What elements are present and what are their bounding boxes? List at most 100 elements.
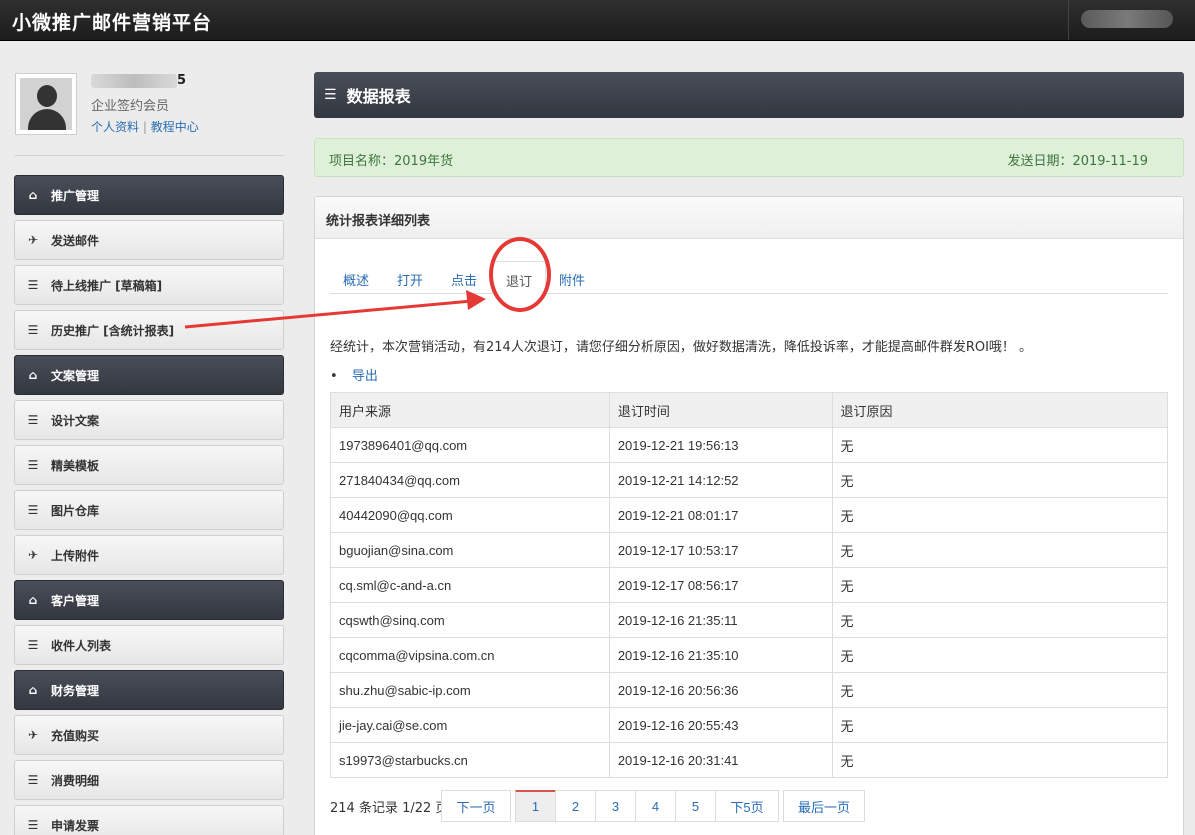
source-cell: s19973@starbucks.cn (330, 742, 610, 778)
username-redacted (91, 74, 177, 88)
column-header[interactable]: 退订时间 (608, 392, 833, 428)
tutorial-link[interactable]: 教程中心 (151, 120, 199, 134)
export-link[interactable]: 导出 (352, 369, 378, 384)
tab-item[interactable]: 附件 (546, 261, 598, 294)
sidebar-item-section[interactable]: ⌂ 推广管理 (14, 175, 284, 215)
table-row: bguojian@sina.com 2019-12-17 10:53:17 无 (330, 532, 1169, 568)
table-row: s19973@starbucks.cn 2019-12-16 20:31:41 无 (330, 742, 1169, 778)
report-tabs: 概述 打开 点击 退订 附件 (330, 252, 1168, 295)
time-cell: 2019-12-16 20:31:41 (608, 742, 833, 778)
sidebar-item-link[interactable]: ☰ 待上线推广 [草稿箱] (14, 265, 284, 305)
page-button[interactable]: 3 (595, 790, 636, 822)
link-separator: | (142, 120, 147, 134)
table-row: cq.sml@c-and-a.cn 2019-12-17 08:56:17 无 (330, 567, 1169, 603)
sidebar-item-label: 客户管理 (51, 593, 100, 608)
sidebar-item-label: 发送邮件 (51, 233, 100, 248)
table-row: shu.zhu@sabic-ip.com 2019-12-16 20:56:36 无 (330, 672, 1169, 708)
sidebar-item-section[interactable]: ⌂ 财务管理 (14, 670, 284, 710)
user-silhouette-icon (20, 78, 72, 130)
sidebar-nav: ⌂ 推广管理 ✈ 发送邮件 ☰ 待上线推广 [草稿箱] ☰ 历史推广 [含统计报表] ⌂ 文案管理… (14, 175, 284, 835)
sidebar-item-link[interactable]: ✈ 充值购买 (14, 715, 284, 755)
time-cell: 2019-12-21 19:56:13 (608, 427, 833, 463)
list-icon: ☰ (27, 638, 39, 652)
source-cell: cqcomma@vipsina.com.cn (330, 637, 610, 673)
sidebar-item-label: 历史推广 [含统计报表] (51, 323, 175, 338)
tab-item[interactable]: 概述 (330, 261, 382, 294)
sidebar-item-label: 财务管理 (51, 683, 100, 698)
table-header-row: 用户来源 退订时间 退订原因 (330, 392, 1169, 428)
sidebar-item-link[interactable]: ☰ 申请发票 (14, 805, 284, 835)
sidebar-item-label: 推广管理 (51, 188, 100, 203)
reason-cell: 无 (831, 602, 1169, 638)
pagination: 下一页 1 2 3 4 5 下5页 最后一页 (441, 790, 865, 822)
table-row: 1973896401@qq.com 2019-12-21 19:56:13 无 (330, 427, 1169, 463)
sidebar-item-section[interactable]: ⌂ 客户管理 (14, 580, 284, 620)
plane-icon: ✈ (27, 233, 39, 247)
sidebar-item-link[interactable]: ✈ 发送邮件 (14, 220, 284, 260)
home-icon: ⌂ (28, 368, 38, 382)
page-button[interactable]: 4 (635, 790, 676, 822)
username-suffix: 5 (177, 73, 187, 88)
sidebar-item-label: 文案管理 (51, 368, 100, 383)
time-cell: 2019-12-21 08:01:17 (608, 497, 833, 533)
source-cell: jie-jay.cai@se.com (330, 707, 610, 743)
page-title: 数据报表 (346, 87, 411, 106)
next-page-button[interactable]: 下一页 (441, 790, 511, 822)
page-button[interactable]: 5 (675, 790, 716, 822)
list-icon: ☰ (324, 87, 337, 103)
top-navbar: 小微推广邮件营销平台 (0, 0, 1195, 41)
next-5-pages-button[interactable]: 下5页 (715, 790, 779, 822)
project-name: 项目名称：2019年货 (329, 154, 454, 169)
app-title: 小微推广邮件营销平台 (12, 12, 213, 34)
time-cell: 2019-12-21 14:12:52 (608, 462, 833, 498)
page-button[interactable]: 1 (515, 790, 556, 822)
sidebar-item-link[interactable]: ☰ 历史推广 [含统计报表] (14, 310, 284, 350)
tab-item[interactable]: 打开 (384, 261, 436, 294)
project-info-bar: 项目名称：2019年货 发送日期：2019-11-19 (314, 138, 1184, 177)
table-row: 271840434@qq.com 2019-12-21 14:12:52 无 (330, 462, 1169, 498)
sidebar-item-label: 待上线推广 [草稿箱] (51, 278, 163, 293)
sidebar-item-link[interactable]: ☰ 精美模板 (14, 445, 284, 485)
source-cell: 1973896401@qq.com (330, 427, 610, 463)
time-cell: 2019-12-17 10:53:17 (608, 532, 833, 568)
sidebar-item-label: 精美模板 (51, 458, 100, 473)
sidebar-item-link[interactable]: ☰ 设计文案 (14, 400, 284, 440)
unsubscribe-summary: 经统计，本次营销活动，有214人次退订，请您仔细分析原因，做好数据清洗，降低投诉… (330, 340, 1033, 355)
sidebar-item-link[interactable]: ☰ 消费明细 (14, 760, 284, 800)
annotation-circle (489, 237, 551, 312)
time-cell: 2019-12-16 20:56:36 (608, 672, 833, 708)
column-header[interactable]: 退订原因 (831, 392, 1169, 428)
sidebar-item-label: 申请发票 (51, 818, 100, 833)
time-cell: 2019-12-16 21:35:10 (608, 637, 833, 673)
export-item: • 导出 (330, 365, 378, 384)
list-icon: ☰ (27, 818, 39, 832)
tab-item[interactable]: 点击 (438, 261, 490, 294)
panel-title: 统计报表详细列表 (315, 197, 1183, 239)
table-row: jie-jay.cai@se.com 2019-12-16 20:55:43 无 (330, 707, 1169, 743)
pagination-info: 214 条记录 1/22 页 (330, 801, 449, 816)
sidebar-item-label: 设计文案 (51, 413, 100, 428)
page-button[interactable]: 2 (555, 790, 596, 822)
source-cell: shu.zhu@sabic-ip.com (330, 672, 610, 708)
user-menu[interactable] (1068, 0, 1195, 40)
home-icon: ⌂ (28, 593, 38, 607)
profile-link[interactable]: 个人资料 (91, 120, 139, 134)
sidebar-item-section[interactable]: ⌂ 文案管理 (14, 355, 284, 395)
sidebar-item-label: 消费明细 (51, 773, 100, 788)
sidebar-divider (14, 155, 284, 156)
list-icon: ☰ (27, 278, 39, 292)
sidebar-item-link[interactable]: ☰ 收件人列表 (14, 625, 284, 665)
reason-cell: 无 (831, 707, 1169, 743)
list-icon: ☰ (27, 458, 39, 472)
sidebar-item-link[interactable]: ☰ 图片仓库 (14, 490, 284, 530)
reason-cell: 无 (831, 637, 1169, 673)
sidebar-item-link[interactable]: ✈ 上传附件 (14, 535, 284, 575)
user-name-redacted (1081, 10, 1173, 28)
page-header: ☰ 数据报表 (314, 72, 1184, 118)
column-header[interactable]: 用户来源 (330, 392, 610, 428)
time-cell: 2019-12-16 20:55:43 (608, 707, 833, 743)
source-cell: 271840434@qq.com (330, 462, 610, 498)
reason-cell: 无 (831, 742, 1169, 778)
source-cell: bguojian@sina.com (330, 532, 610, 568)
last-page-button[interactable]: 最后一页 (783, 790, 865, 822)
